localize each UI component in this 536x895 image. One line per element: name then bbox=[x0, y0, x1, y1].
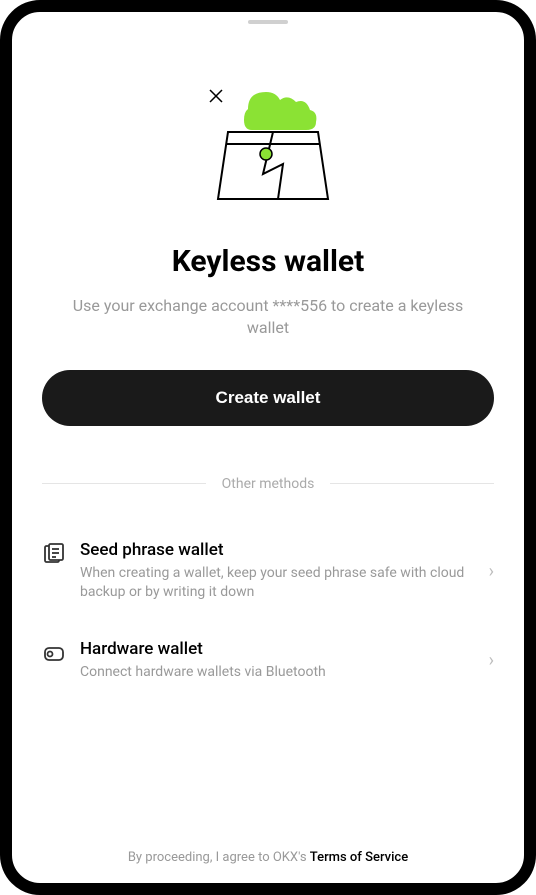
method-seed-content: Seed phrase wallet When creating a walle… bbox=[80, 540, 479, 603]
main-content: Keyless wallet Use your exchange account… bbox=[12, 24, 524, 895]
chevron-right-icon: › bbox=[489, 561, 494, 582]
method-hardware-content: Hardware wallet Connect hardware wallets… bbox=[80, 639, 479, 683]
seed-phrase-icon bbox=[42, 542, 66, 566]
method-hardware-desc: Connect hardware wallets via Bluetooth bbox=[80, 663, 479, 683]
method-hardware-title: Hardware wallet bbox=[80, 639, 479, 659]
terms-of-service-link[interactable]: Terms of Service bbox=[310, 850, 408, 865]
footer-prefix: By proceeding, I agree to OKX's bbox=[128, 850, 310, 865]
method-seed-desc: When creating a wallet, keep your seed p… bbox=[80, 564, 479, 603]
method-seed-phrase[interactable]: Seed phrase wallet When creating a walle… bbox=[42, 522, 494, 621]
divider: Other methods bbox=[42, 476, 494, 492]
method-hardware[interactable]: Hardware wallet Connect hardware wallets… bbox=[42, 621, 494, 701]
page-subtitle: Use your exchange account ****556 to cre… bbox=[42, 295, 494, 340]
page-title: Keyless wallet bbox=[42, 244, 494, 279]
wallet-illustration bbox=[42, 84, 494, 214]
chevron-right-icon: › bbox=[489, 650, 494, 671]
create-wallet-button[interactable]: Create wallet bbox=[42, 370, 494, 426]
hardware-wallet-icon bbox=[42, 641, 66, 665]
wallet-cloud-icon bbox=[188, 84, 348, 214]
divider-line-right bbox=[330, 483, 494, 484]
method-seed-title: Seed phrase wallet bbox=[80, 540, 479, 560]
divider-line-left bbox=[42, 483, 206, 484]
footer-agreement: By proceeding, I agree to OKX's Terms of… bbox=[42, 820, 494, 865]
phone-frame: Keyless wallet Use your exchange account… bbox=[0, 0, 536, 895]
divider-label: Other methods bbox=[206, 476, 331, 492]
